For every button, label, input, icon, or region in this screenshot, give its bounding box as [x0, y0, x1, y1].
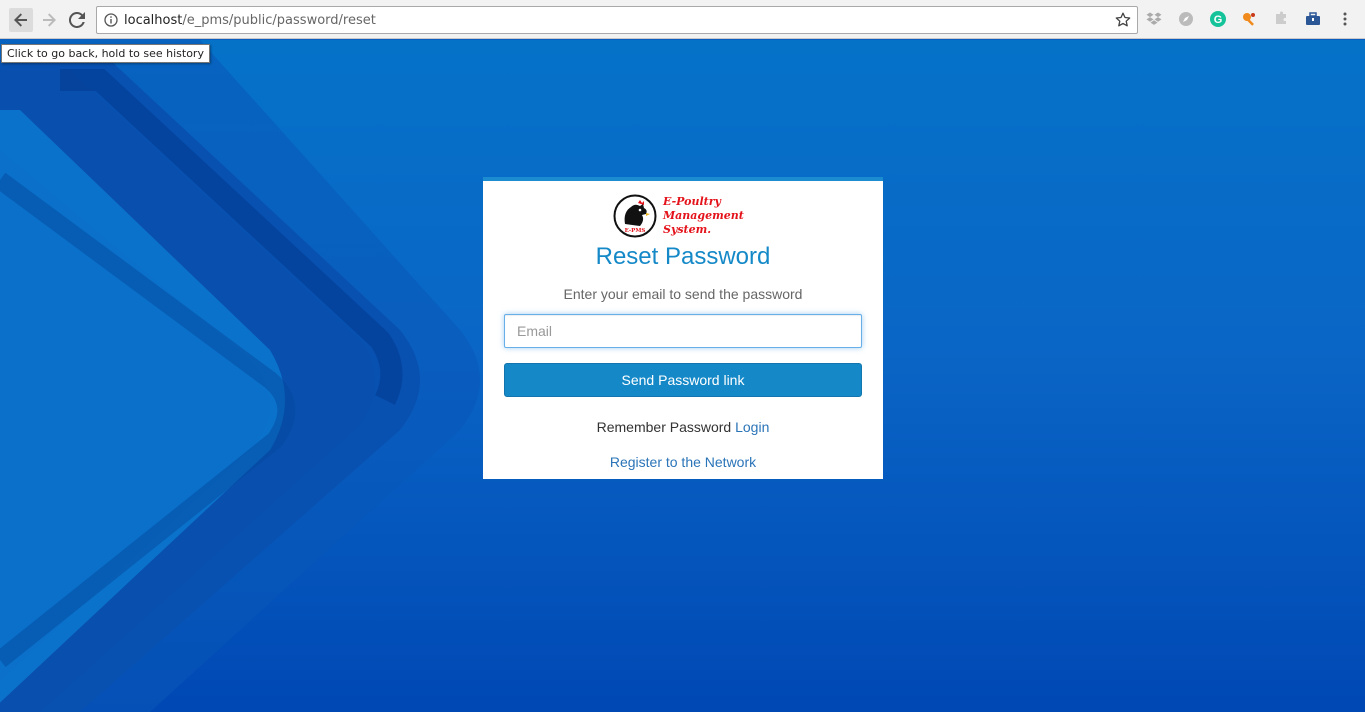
logo-line-1: E-Poultry: [663, 195, 721, 208]
arrow-right-icon: [43, 13, 56, 27]
back-button-tooltip: Click to go back, hold to see history: [1, 44, 210, 63]
forward-button[interactable]: [37, 8, 61, 32]
remember-password-line: Remember Password Login: [483, 419, 883, 435]
page-subtitle: Enter your email to send the password: [563, 286, 803, 302]
svg-text:G: G: [1214, 14, 1223, 26]
bookmark-star-icon[interactable]: [1115, 12, 1131, 28]
logo-line-2: Management: [663, 209, 744, 222]
remember-password-text: Remember Password: [596, 419, 732, 435]
reload-icon: [69, 12, 85, 28]
page-title: Reset Password: [595, 243, 771, 270]
register-line: Register to the Network: [483, 454, 883, 470]
logo-text: E-Poultry Management System.: [663, 195, 744, 237]
url-host: localhost: [124, 12, 183, 28]
url-path: /e_pms/public/password/reset: [182, 12, 376, 28]
email-input[interactable]: [504, 314, 862, 348]
url-text: localhost/e_pms/public/password/reset: [124, 13, 376, 28]
reset-password-card: E-PMS E-Poultry Management System. Reset…: [483, 177, 883, 479]
key-extension-icon[interactable]: [1241, 11, 1257, 27]
register-link[interactable]: Register to the Network: [610, 454, 756, 470]
browser-toolbar: localhost/e_pms/public/password/reset G: [0, 0, 1365, 39]
arrow-left-icon: [14, 13, 27, 27]
login-link[interactable]: Login: [735, 419, 769, 435]
logo-line-3: System.: [663, 223, 712, 236]
compass-extension-icon[interactable]: [1178, 11, 1194, 27]
rooster-logo-icon: E-PMS: [613, 194, 657, 238]
dropbox-extension-icon[interactable]: [1146, 11, 1162, 27]
browser-menu-icon[interactable]: [1337, 11, 1353, 27]
address-bar[interactable]: localhost/e_pms/public/password/reset: [96, 6, 1138, 34]
toolbox-extension-icon[interactable]: [1305, 11, 1321, 27]
puzzle-extension-icon[interactable]: [1273, 11, 1289, 27]
back-button[interactable]: [9, 8, 33, 32]
epms-logo: E-PMS E-Poultry Management System.: [613, 194, 753, 240]
logo-badge-text: E-PMS: [625, 228, 646, 234]
send-password-link-button[interactable]: Send Password link: [504, 363, 862, 397]
info-icon[interactable]: [104, 13, 118, 27]
reload-button[interactable]: [65, 8, 89, 32]
grammarly-extension-icon[interactable]: G: [1210, 11, 1226, 27]
